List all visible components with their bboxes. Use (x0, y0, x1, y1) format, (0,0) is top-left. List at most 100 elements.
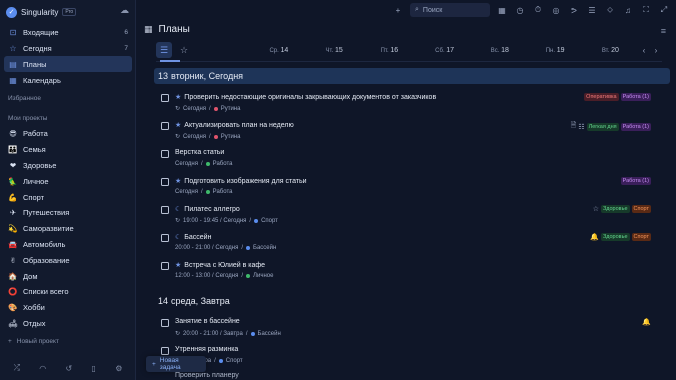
bell-icon[interactable]: 🔔 (590, 233, 599, 241)
task-row[interactable]: ★ Подготовить изображения для статьи Сегод… (161, 175, 651, 201)
task-row[interactable]: ☾ Пилатес аллегро ↻ 19:00 - 19:45 / Сегодня… (161, 203, 651, 229)
tag-badge[interactable]: Здоровье (600, 205, 630, 213)
project-item[interactable]: ✌ Образование (4, 252, 132, 268)
task-row[interactable]: ★ Проверить недостающие оригиналы закрыва… (161, 91, 651, 117)
sort-icon[interactable]: ≡ (661, 26, 666, 36)
maximize-icon[interactable]: ⤢ (658, 5, 670, 15)
star-view-button[interactable]: ☆ (176, 42, 192, 58)
task-checkbox[interactable] (161, 122, 169, 130)
new-task-button[interactable]: + Новая задача (146, 356, 206, 372)
task-row[interactable]: ★ Встреча с Юлией в кафе 12:00 - 13:00 / С… (161, 259, 651, 285)
tag-badge[interactable]: Работа (1) (620, 93, 651, 101)
task-title: Утренняя разминка (175, 346, 238, 353)
tab-day[interactable]: Вт. 20 (583, 47, 638, 54)
task-row[interactable]: Утренняя разминка7:30 / Завтра/Спорт (161, 344, 651, 370)
add-icon[interactable]: + (392, 6, 404, 15)
project-item[interactable]: 🦜 Личное (4, 173, 132, 189)
project-emoji-icon: ✈ (9, 208, 17, 218)
tab-day[interactable]: Пн. 19 (528, 47, 583, 54)
project-label: Автомобиль (23, 239, 66, 249)
task-checkbox[interactable] (161, 347, 169, 355)
list-icon[interactable]: ☷ (578, 123, 584, 131)
project-item[interactable]: 🎨 Хобби (4, 300, 132, 316)
chevron-left-icon[interactable]: ‹ (638, 46, 650, 55)
list-view-button[interactable]: ☰ (156, 42, 172, 58)
tag-badge[interactable]: Спорт (631, 205, 651, 213)
tab-day[interactable]: Сб. 17 (417, 47, 472, 54)
filter-icon[interactable]: ☰ (586, 6, 598, 15)
sidebar-item-1[interactable]: ☆ Сегодня 7 (4, 40, 132, 56)
project-item[interactable]: 🏠 Дом (4, 268, 132, 284)
separator: / (214, 358, 216, 364)
history-icon[interactable]: ↺ (66, 364, 73, 373)
speed-icon[interactable]: ◠ (39, 364, 46, 373)
project-item[interactable]: ⭕ Списки всего (4, 284, 132, 300)
tag-badge[interactable]: Легкая дня (586, 122, 619, 131)
tag-icon[interactable]: ⬦ (604, 5, 616, 15)
timer-icon[interactable]: ◷ (514, 6, 526, 15)
tab-day[interactable]: Пт. 16 (362, 47, 417, 54)
project-item[interactable]: 😎 Работа (4, 126, 132, 142)
task-checkbox[interactable] (161, 319, 169, 327)
sidebar-item-2[interactable]: ▤ Планы (4, 56, 132, 72)
tag-badge[interactable]: Работа (1) (620, 122, 651, 131)
sidebar-item-label: Сегодня (23, 43, 52, 53)
trash-icon[interactable]: ▯ (92, 364, 96, 373)
cloud-sync-icon[interactable]: ☁ (120, 5, 129, 16)
project-item[interactable]: 🛋 Отдых (4, 316, 132, 332)
doc-icon[interactable]: 🗎 (571, 121, 577, 132)
repeat-icon: ↻ (175, 331, 181, 337)
brand[interactable]: ✓ Singularity Pro (6, 5, 77, 19)
alarm-icon[interactable]: ⏱ (532, 5, 544, 15)
new-project-button[interactable]: + Новый проект (8, 338, 59, 345)
task-checkbox[interactable] (161, 206, 169, 214)
repeat-icon: ↻ (175, 218, 181, 224)
task-row[interactable]: ☾ Бассейн 20:00 - 21:00 / Сегодня / Бассейн 🔔… (161, 231, 651, 257)
tab-day[interactable]: Чт. 15 (307, 47, 362, 54)
project-item[interactable]: 🚘 Автомобиль (4, 237, 132, 253)
task-checkbox[interactable] (161, 262, 169, 270)
tag-badge[interactable]: Работа (1) (620, 177, 651, 185)
habits-icon[interactable]: ᕗ (568, 6, 580, 15)
project-label: Семья (23, 145, 46, 155)
settings-icon[interactable]: ⚙ (115, 364, 122, 373)
tab-day[interactable]: Ср. 14 (251, 47, 306, 54)
sidebar-item-3[interactable]: ▦ Календарь (4, 72, 132, 88)
page-header: ▦ Планы (144, 24, 190, 35)
task-checkbox[interactable] (161, 94, 169, 102)
project-item[interactable]: 👪 Семья (4, 142, 132, 158)
search-input[interactable]: ⌕ Поиск (410, 3, 490, 17)
task-checkbox[interactable] (161, 150, 169, 158)
shuffle-icon[interactable]: ⤮ (14, 363, 20, 373)
separator: / (201, 161, 203, 167)
task-row[interactable]: Верстка статьи Сегодня / Работа (161, 147, 651, 173)
tag-badge[interactable]: Спорт (631, 233, 651, 241)
pomodoro-icon[interactable]: ◎ (550, 6, 562, 15)
separator: / (241, 273, 244, 279)
tab-day[interactable]: Вс. 18 (472, 47, 527, 54)
moon-icon: ☾ (175, 206, 182, 213)
project-label: Личное (23, 176, 49, 186)
separator: / (249, 217, 252, 224)
tag-badge[interactable]: Здоровье (600, 233, 630, 241)
task-meta: ↻ 20:00 - 21:00 / Завтра / Бассейн (175, 330, 281, 338)
project-item[interactable]: 💪 Спорт (4, 189, 132, 205)
task-row[interactable]: ★ Актуализировать план на неделю ↻ Сегодня /… (161, 119, 651, 145)
tag-badge[interactable]: Оперативка (584, 93, 619, 101)
project-item[interactable]: ❤ Здоровье (4, 158, 132, 174)
new-project-label: Новый проект (16, 338, 59, 345)
task-title-text: Верстка статьи (175, 149, 225, 156)
badge-icon[interactable]: ☆ (593, 205, 599, 213)
calendar-icon[interactable]: ▦ (496, 6, 508, 15)
project-item[interactable]: 💫 Саморазвитие (4, 221, 132, 237)
task-checkbox[interactable] (161, 178, 169, 186)
tab-date: 14 (280, 46, 289, 54)
task-row[interactable]: Занятие в бассейне ↻ 20:00 - 21:00 / Завтр… (161, 316, 651, 342)
chevron-right-icon[interactable]: › (650, 46, 662, 55)
sidebar-item-0[interactable]: ⊡ Входящие 6 (4, 24, 132, 40)
bell-icon[interactable]: 🔔 (642, 318, 651, 326)
project-item[interactable]: ✈ Путешествия (4, 205, 132, 221)
focus-icon[interactable]: ⛶ (640, 5, 652, 15)
task-checkbox[interactable] (161, 234, 169, 242)
bell-icon[interactable]: ♫ (622, 6, 634, 15)
